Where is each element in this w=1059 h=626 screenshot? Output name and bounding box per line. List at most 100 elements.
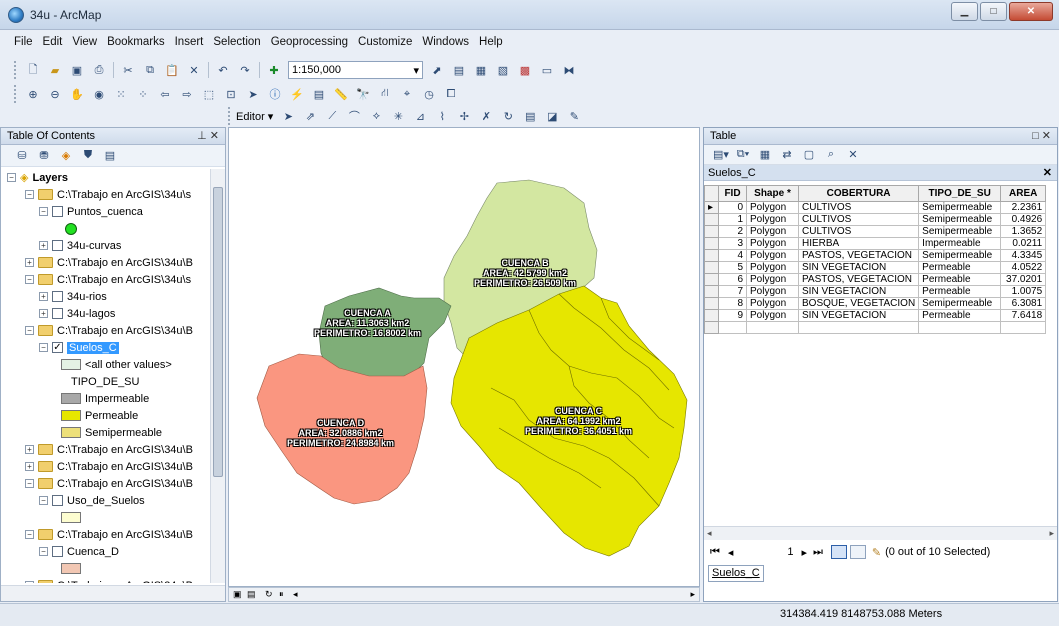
tipo-de-su-cell[interactable]: Semipermeable — [918, 213, 1002, 226]
fid-cell[interactable]: 3 — [718, 237, 747, 250]
fixed-zoom-in-icon[interactable]: ⁙ — [112, 85, 130, 103]
visibility-checkbox[interactable] — [52, 291, 63, 302]
search-window-icon[interactable]: ▧ — [494, 61, 512, 79]
viewer-window-icon[interactable]: ⧠ — [442, 85, 460, 103]
toc-row[interactable]: − C:\Trabajo en ArcGIS\34u\B — [25, 577, 193, 583]
shape-cell[interactable]: Polygon — [746, 237, 799, 250]
menu-file[interactable]: File — [14, 36, 33, 54]
new-document-icon[interactable]: 🗋 — [24, 61, 42, 79]
area-cell[interactable]: 1.3652 — [1000, 225, 1047, 238]
scroll-right-icon[interactable]: ▸ — [690, 589, 695, 600]
toc-row[interactable]: + C:\Trabajo en ArcGIS\34u\B — [25, 458, 193, 475]
visibility-checkbox[interactable]: ✓ — [52, 342, 63, 353]
shape-cell[interactable]: Polygon — [746, 225, 799, 238]
table-row[interactable]: 8 Polygon BOSQUE, VEGETACION Semipermeable 6… — [704, 297, 1047, 310]
close-button[interactable]: ✕ — [1009, 2, 1053, 21]
scroll-left-icon[interactable]: ◂ — [293, 589, 298, 600]
reshape-icon[interactable]: ⌇ — [433, 107, 451, 125]
table-row[interactable]: 2 Polygon CULTIVOS Semipermeable 1.3652 — [704, 225, 1047, 238]
collapse-icon[interactable]: − — [25, 581, 34, 583]
copy-icon[interactable]: ⧉ — [141, 61, 159, 79]
table-row[interactable]: 5 Polygon SIN VEGETACION Permeable 4.0522 — [704, 261, 1047, 274]
redo-icon[interactable]: ↷ — [236, 61, 254, 79]
toc-row[interactable]: − C:\Trabajo en ArcGIS\34u\s — [25, 186, 191, 203]
expand-icon[interactable]: + — [25, 258, 34, 267]
forward-extent-icon[interactable]: ⇨ — [178, 85, 196, 103]
related-tables-icon[interactable]: ⧉▾ — [734, 146, 752, 164]
delete-icon[interactable]: ✕ — [185, 61, 203, 79]
find-route-icon[interactable]: ⛙ — [376, 85, 394, 103]
area-cell[interactable]: 7.6418 — [1000, 309, 1047, 322]
row-selector-header[interactable] — [704, 185, 719, 202]
menu-insert[interactable]: Insert — [175, 36, 204, 54]
select-by-attributes-icon[interactable]: ▦ — [756, 146, 774, 164]
menu-selection[interactable]: Selection — [213, 36, 260, 54]
fid-cell[interactable]: 8 — [718, 297, 747, 310]
point-icon[interactable]: ✳ — [389, 107, 407, 125]
html-popup-icon[interactable]: ▤ — [310, 85, 328, 103]
straight-segment-icon[interactable]: ⟋ — [323, 107, 341, 125]
data-view-icon[interactable]: ▣ — [233, 589, 242, 600]
zoom-in-icon[interactable]: ⊕ — [24, 85, 42, 103]
collapse-icon[interactable]: − — [39, 207, 48, 216]
end-point-arc-icon[interactable]: ⌒ — [345, 107, 363, 125]
minimize-button[interactable]: ▁ — [951, 2, 978, 21]
cut-icon[interactable]: ✂ — [119, 61, 137, 79]
print-icon[interactable]: ⎙ — [90, 61, 108, 79]
toc-row[interactable]: <all other values> — [61, 356, 172, 373]
measure-icon[interactable]: 📏 — [332, 85, 350, 103]
delete-selected-icon[interactable]: ✕ — [844, 146, 862, 164]
collapse-icon[interactable]: − — [25, 530, 34, 539]
cut-polygons-icon[interactable]: ✢ — [455, 107, 473, 125]
toc-row[interactable]: +34u-curvas — [39, 237, 121, 254]
previous-record-icon[interactable]: ◂ — [728, 546, 734, 559]
toc-row[interactable]: +34u-rios — [39, 288, 107, 305]
tipo-de-su-cell[interactable]: Semipermeable — [918, 297, 1002, 310]
table-row-empty[interactable] — [704, 321, 1047, 334]
cobertura-cell[interactable]: BOSQUE, VEGETACION — [797, 297, 920, 310]
toc-row[interactable]: − Cuenca_D — [39, 543, 119, 560]
area-cell[interactable]: 4.3345 — [1000, 249, 1047, 262]
select-elements-icon[interactable]: ➤ — [244, 85, 262, 103]
shape-cell[interactable]: Polygon — [746, 249, 799, 262]
arctoolbox-icon[interactable]: ▩ — [516, 61, 534, 79]
list-by-visibility-icon[interactable]: ◈ — [57, 147, 75, 165]
fid-cell[interactable]: 1 — [718, 213, 747, 226]
edit-annotation-icon[interactable]: ⇗ — [301, 107, 319, 125]
undo-icon[interactable]: ↶ — [214, 61, 232, 79]
cobertura-cell[interactable]: PASTOS, VEGETACION — [797, 249, 920, 262]
toc-row[interactable] — [65, 220, 77, 237]
attribute-grid[interactable]: FID Shape * COBERTURA TIPO_DE_SU AREA ▸ 0… — [704, 185, 1057, 582]
toc-row[interactable]: + C:\Trabajo en ArcGIS\34u\B — [25, 254, 193, 271]
shape-cell[interactable]: Polygon — [746, 309, 799, 322]
time-slider-icon[interactable]: ◷ — [420, 85, 438, 103]
scroll-left-icon[interactable]: ◂ — [707, 528, 712, 539]
row-selector[interactable] — [704, 213, 719, 226]
first-record-icon[interactable]: ⏮ — [710, 546, 720, 559]
map-view[interactable]: CUENCA B AREA: 42.5799 km2 PERIMETRO: 26… — [228, 127, 700, 587]
toc-row[interactable]: − Uso_de_Suelos — [39, 492, 145, 509]
scroll-right-icon[interactable]: ▸ — [1049, 528, 1054, 539]
edit-tool-icon[interactable]: ➤ — [279, 107, 297, 125]
fid-cell[interactable]: 6 — [718, 273, 747, 286]
collapse-icon[interactable]: − — [39, 496, 48, 505]
area-cell[interactable]: 1.0075 — [1000, 285, 1047, 298]
cobertura-cell[interactable]: SIN VEGETACION — [797, 261, 920, 274]
area-cell[interactable]: 6.3081 — [1000, 297, 1047, 310]
catalog-icon[interactable]: ▦ — [472, 61, 490, 79]
expand-icon[interactable]: + — [25, 462, 34, 471]
table-row[interactable]: 3 Polygon HIERBA Impermeable 0.0211 — [704, 237, 1047, 250]
list-by-source-icon[interactable]: ⛃ — [35, 147, 53, 165]
trace-icon[interactable]: ⟡ — [367, 107, 385, 125]
toc-scroll-thumb[interactable] — [213, 187, 223, 477]
fid-cell[interactable]: 9 — [718, 309, 747, 322]
fixed-zoom-out-icon[interactable]: ⁘ — [134, 85, 152, 103]
cobertura-cell[interactable]: CULTIVOS — [797, 201, 920, 214]
shape-cell[interactable]: Polygon — [746, 201, 799, 214]
table-window-buttons[interactable]: □ ✕ — [1032, 129, 1051, 142]
shape-cell[interactable]: Polygon — [746, 273, 799, 286]
menu-help[interactable]: Help — [479, 36, 503, 54]
fid-cell[interactable]: 0 — [718, 201, 747, 214]
fid-cell[interactable]: 7 — [718, 285, 747, 298]
expand-icon[interactable]: + — [39, 292, 48, 301]
